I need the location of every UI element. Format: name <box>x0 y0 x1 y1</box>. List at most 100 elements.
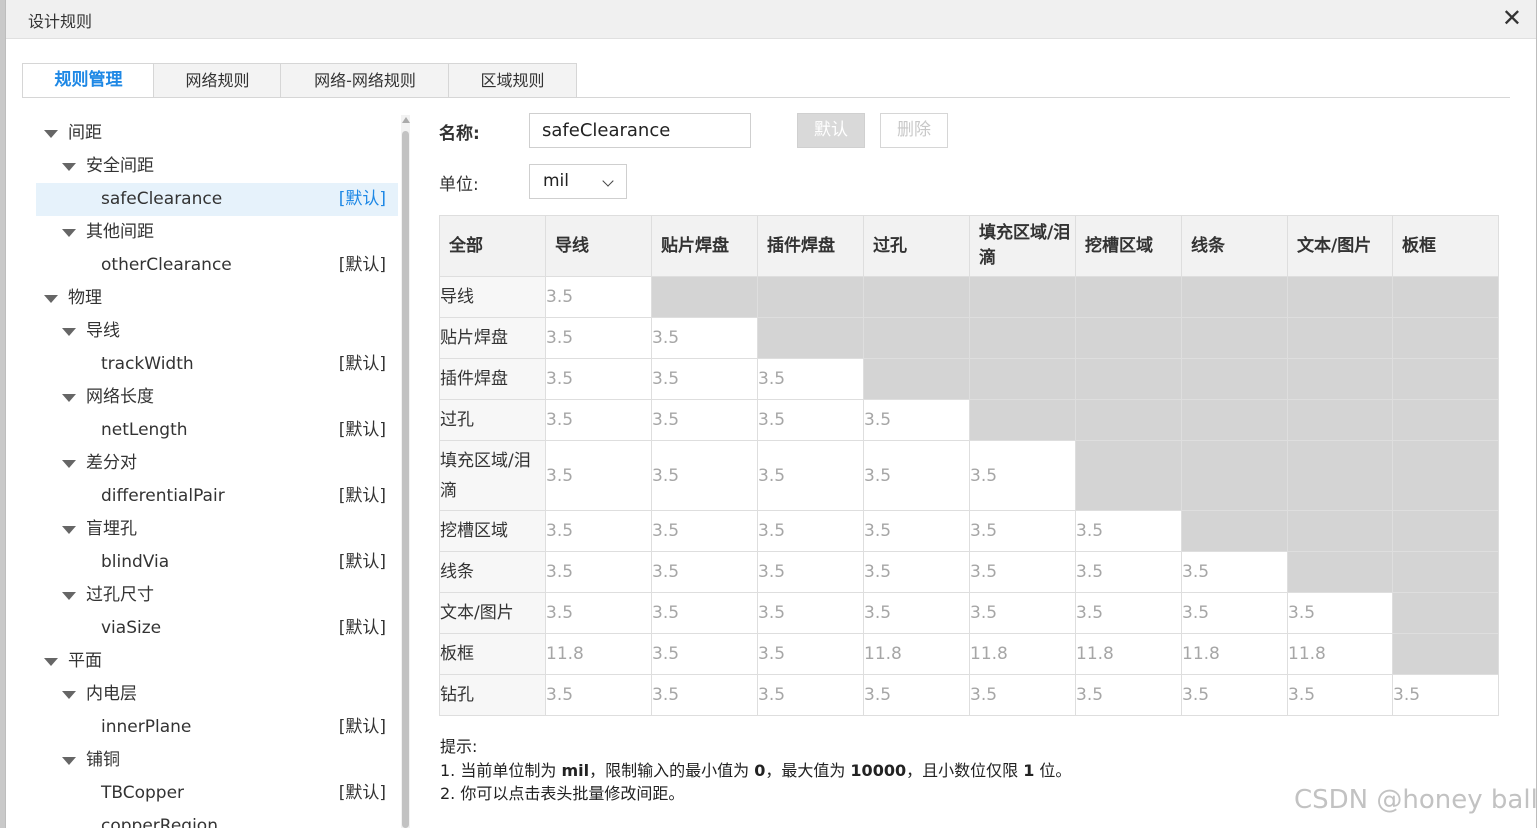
tab-region-rules[interactable]: 区域规则 <box>448 63 577 98</box>
caret-down-icon[interactable] <box>62 328 76 336</box>
matrix-row-header[interactable]: 填充区域/泪滴 <box>439 440 546 511</box>
tree-category-17[interactable]: 内电层 <box>36 678 398 711</box>
clearance-value-cell[interactable]: 3.5 <box>1287 592 1393 634</box>
clearance-value-cell[interactable]: 3.5 <box>1181 592 1288 634</box>
clearance-value-cell[interactable]: 3.5 <box>863 399 970 441</box>
clearance-value-cell[interactable]: 3.5 <box>757 592 864 634</box>
tree-category-14[interactable]: 过孔尺寸 <box>36 579 398 612</box>
tree-rule-item[interactable]: TBCopper [默认] <box>36 777 398 810</box>
tree-rule-item[interactable]: blindVia [默认] <box>36 546 398 579</box>
clearance-value-cell[interactable]: 3.5 <box>651 551 758 593</box>
clearance-value-cell[interactable]: 3.5 <box>757 399 864 441</box>
matrix-row-header[interactable]: 板框 <box>439 633 546 675</box>
clearance-value-cell[interactable]: 3.5 <box>651 399 758 441</box>
clearance-value-cell[interactable]: 3.5 <box>863 592 970 634</box>
clearance-value-cell[interactable]: 3.5 <box>651 317 758 359</box>
matrix-row-header[interactable]: 线条 <box>439 551 546 593</box>
clearance-value-cell[interactable]: 3.5 <box>757 440 864 511</box>
tree-rule-item[interactable]: copperRegion <box>36 810 398 828</box>
clearance-value-cell[interactable]: 3.5 <box>651 633 758 675</box>
clearance-value-cell[interactable]: 3.5 <box>969 592 1076 634</box>
clearance-value-cell[interactable]: 3.5 <box>545 551 652 593</box>
tab-net-rules[interactable]: 网络规则 <box>153 63 282 98</box>
unit-select[interactable]: mil <box>529 164 627 199</box>
tab-rule-management[interactable]: 规则管理 <box>22 63 155 98</box>
default-button[interactable]: 默认 <box>797 113 865 148</box>
clearance-value-cell[interactable]: 3.5 <box>545 510 652 552</box>
caret-down-icon[interactable] <box>62 460 76 468</box>
clearance-value-cell[interactable]: 3.5 <box>969 551 1076 593</box>
tree-scrollbar[interactable] <box>401 115 410 828</box>
matrix-column-header[interactable]: 板框 <box>1392 215 1499 277</box>
matrix-column-header[interactable]: 挖槽区域 <box>1075 215 1182 277</box>
clearance-value-cell[interactable]: 3.5 <box>545 276 652 318</box>
tree-category-6[interactable]: 导线 <box>36 315 398 348</box>
matrix-column-header[interactable]: 填充区域/泪滴 <box>969 215 1076 277</box>
tree-rule-item[interactable]: netLength [默认] <box>36 414 398 447</box>
matrix-column-header[interactable]: 贴片焊盘 <box>651 215 758 277</box>
clearance-value-cell[interactable]: 3.5 <box>969 674 1076 716</box>
clearance-value-cell[interactable]: 11.8 <box>1075 633 1182 675</box>
clearance-value-cell[interactable]: 3.5 <box>1181 551 1288 593</box>
caret-down-icon[interactable] <box>62 163 76 171</box>
tree-rule-item[interactable]: innerPlane [默认] <box>36 711 398 744</box>
tree-category-1[interactable]: 安全间距 <box>36 150 398 183</box>
tree-rule-item[interactable]: trackWidth [默认] <box>36 348 398 381</box>
matrix-column-header[interactable]: 线条 <box>1181 215 1288 277</box>
matrix-row-header[interactable]: 导线 <box>439 276 546 318</box>
close-icon[interactable]: ✕ <box>1502 4 1522 32</box>
clearance-value-cell[interactable]: 3.5 <box>863 440 970 511</box>
tree-category-3[interactable]: 其他间距 <box>36 216 398 249</box>
tree-category-12[interactable]: 盲埋孔 <box>36 513 398 546</box>
clearance-value-cell[interactable]: 3.5 <box>545 399 652 441</box>
clearance-value-cell[interactable]: 3.5 <box>757 674 864 716</box>
caret-down-icon[interactable] <box>44 130 58 138</box>
matrix-header-all[interactable]: 全部 <box>439 215 546 277</box>
clearance-value-cell[interactable]: 3.5 <box>1181 674 1288 716</box>
caret-down-icon[interactable] <box>62 691 76 699</box>
clearance-value-cell[interactable]: 3.5 <box>863 674 970 716</box>
caret-down-icon[interactable] <box>62 394 76 402</box>
clearance-value-cell[interactable]: 3.5 <box>757 358 864 400</box>
tree-category-19[interactable]: 铺铜 <box>36 744 398 777</box>
clearance-value-cell[interactable]: 3.5 <box>1392 674 1499 716</box>
clearance-value-cell[interactable]: 3.5 <box>969 510 1076 552</box>
clearance-value-cell[interactable]: 3.5 <box>1075 551 1182 593</box>
clearance-value-cell[interactable]: 3.5 <box>1287 674 1393 716</box>
matrix-column-header[interactable]: 导线 <box>545 215 652 277</box>
delete-button[interactable]: 删除 <box>880 113 948 148</box>
scrollbar-thumb[interactable] <box>402 131 409 828</box>
matrix-row-header[interactable]: 贴片焊盘 <box>439 317 546 359</box>
clearance-value-cell[interactable]: 3.5 <box>651 510 758 552</box>
clearance-value-cell[interactable]: 3.5 <box>651 592 758 634</box>
rule-name-input[interactable]: safeClearance <box>529 113 751 148</box>
clearance-value-cell[interactable]: 3.5 <box>651 440 758 511</box>
clearance-value-cell[interactable]: 11.8 <box>863 633 970 675</box>
matrix-row-header[interactable]: 插件焊盘 <box>439 358 546 400</box>
clearance-value-cell[interactable]: 3.5 <box>651 674 758 716</box>
tree-category-0[interactable]: 间距 <box>36 117 398 150</box>
tree-category-10[interactable]: 差分对 <box>36 447 398 480</box>
clearance-value-cell[interactable]: 11.8 <box>1287 633 1393 675</box>
caret-down-icon[interactable] <box>44 658 58 666</box>
clearance-value-cell[interactable]: 11.8 <box>1181 633 1288 675</box>
clearance-value-cell[interactable]: 3.5 <box>757 551 864 593</box>
tree-rule-item[interactable]: safeClearance [默认] <box>36 183 398 216</box>
clearance-value-cell[interactable]: 11.8 <box>545 633 652 675</box>
clearance-value-cell[interactable]: 3.5 <box>757 633 864 675</box>
clearance-value-cell[interactable]: 3.5 <box>1075 674 1182 716</box>
clearance-value-cell[interactable]: 3.5 <box>1075 592 1182 634</box>
tab-net-to-net-rules[interactable]: 网络-网络规则 <box>280 63 450 98</box>
clearance-value-cell[interactable]: 3.5 <box>863 510 970 552</box>
tree-category-5[interactable]: 物理 <box>36 282 398 315</box>
tree-rule-item[interactable]: viaSize [默认] <box>36 612 398 645</box>
scroll-up-arrow-icon[interactable] <box>402 117 410 123</box>
matrix-row-header[interactable]: 钻孔 <box>439 674 546 716</box>
clearance-value-cell[interactable]: 3.5 <box>545 358 652 400</box>
matrix-column-header[interactable]: 插件焊盘 <box>757 215 864 277</box>
caret-down-icon[interactable] <box>62 526 76 534</box>
tree-category-8[interactable]: 网络长度 <box>36 381 398 414</box>
clearance-value-cell[interactable]: 3.5 <box>863 551 970 593</box>
tree-rule-item[interactable]: differentialPair [默认] <box>36 480 398 513</box>
tree-category-16[interactable]: 平面 <box>36 645 398 678</box>
